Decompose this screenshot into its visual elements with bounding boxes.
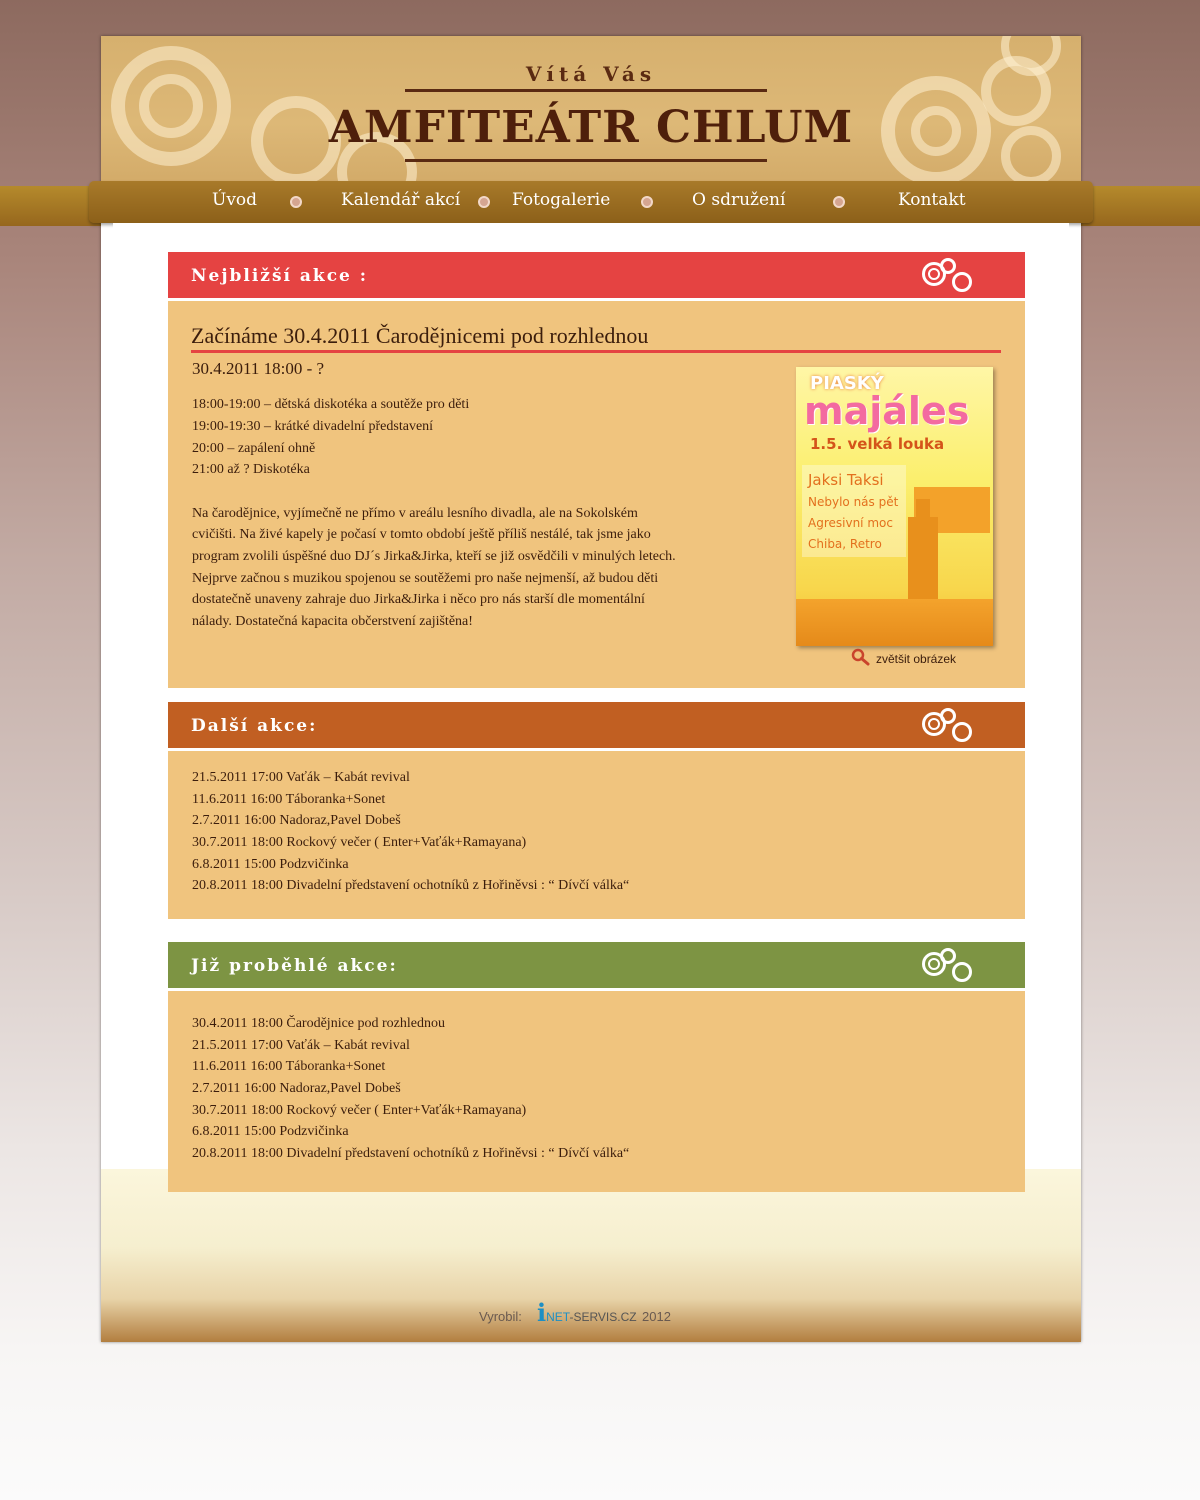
poster-line2: majáles <box>804 389 970 433</box>
poster-line3: 1.5. velká louka <box>810 435 945 453</box>
event-title: Začínáme 30.4.2011 Čarodějnicemi pod roz… <box>191 323 649 348</box>
logo-letter-i: i <box>537 1298 547 1327</box>
header: Vítá Vás AMFITEÁTR CHLUM <box>101 36 1081 182</box>
past-events-box: 30.4.2011 18:00 Čarodějnice pod rozhledn… <box>168 991 1025 1192</box>
page-container: Vítá Vás AMFITEÁTR CHLUM Úvod Kalendář a… <box>89 36 1093 1342</box>
main-nav: Úvod Kalendář akcí Fotogalerie O sdružen… <box>89 181 1093 223</box>
nav-item-kontakt[interactable]: Kontakt <box>898 190 966 210</box>
made-by-label: Vyrobil: <box>479 1309 522 1324</box>
description-line: Nejprve začnou s muzikou spojenou se sou… <box>192 571 659 586</box>
event-date: 30.4.2011 18:00 - ? <box>192 359 325 378</box>
logo-rest: -SERVIS.CZ <box>569 1310 637 1324</box>
magnifier-icon <box>851 648 870 666</box>
description-line: nálady. Dostatečná kapacita občerstvení … <box>192 614 473 629</box>
inet-servis-logo[interactable]: iNET-SERVIS.CZ <box>537 1298 637 1327</box>
welcome-text: Vítá Vás <box>525 62 657 86</box>
event-list-item[interactable]: 30.7.2011 18:00 Rockový večer ( Enter+Va… <box>192 835 526 851</box>
nearest-events-heading: Nejbližší akce : <box>191 266 369 286</box>
nav-item-uvod[interactable]: Úvod <box>212 190 257 210</box>
site-title: AMFITEÁTR CHLUM <box>328 102 854 153</box>
next-events-box: 21.5.2011 17:00 Vaťák – Kabát revival 11… <box>168 751 1025 919</box>
next-events-bar: Další akce: <box>168 702 1025 748</box>
poster-band: Agresivní moc <box>808 516 893 530</box>
event-list-item[interactable]: 11.6.2011 16:00 Táboranka+Sonet <box>192 792 385 808</box>
nav-item-kalendar[interactable]: Kalendář akcí <box>341 190 460 210</box>
description-line: Na čarodějnice, vyjímečně ne přímo v are… <box>192 506 638 521</box>
footer: Vyrobil: iNET-SERVIS.CZ 2012 <box>479 1298 779 1334</box>
nav-separator-dot <box>290 196 302 208</box>
title-rule-top <box>405 89 767 92</box>
enlarge-label: zvětšit obrázek <box>876 652 957 666</box>
event-list-item[interactable]: 6.8.2011 15:00 Podzvičinka <box>192 857 349 873</box>
nav-separator-dot <box>641 196 653 208</box>
bubbles-icon <box>922 256 976 296</box>
next-events-heading: Další akce: <box>191 716 318 736</box>
schedule-item: 18:00-19:00 – dětská diskotéka a soutěže… <box>192 397 470 412</box>
nav-separator-dot <box>833 196 845 208</box>
enlarge-image-link[interactable]: zvětšit obrázek <box>851 648 957 666</box>
schedule-item: 21:00 až ? Diskotéka <box>192 462 310 477</box>
main-content: Nejbližší akce : Začínáme 30.4.2011 Čaro… <box>113 223 1069 1192</box>
title-rule-bottom <box>405 159 767 162</box>
event-list-item[interactable]: 20.8.2011 18:00 Divadelní představení oc… <box>192 878 629 894</box>
nav-separator-dot <box>478 196 490 208</box>
event-list-item[interactable]: 21.5.2011 17:00 Vaťák – Kabát revival <box>192 1038 410 1054</box>
description-line: cvičišti. Na živé kapely je počasí v tom… <box>192 527 651 542</box>
event-poster-image[interactable]: PIASKÝ majáles 1.5. velká louka Jaksi Ta… <box>796 367 993 646</box>
event-list-item[interactable]: 2.7.2011 16:00 Nadoraz,Pavel Dobeš <box>192 1081 401 1097</box>
event-list-item[interactable]: 11.6.2011 16:00 Táboranka+Sonet <box>192 1059 385 1075</box>
poster-band: Chiba, Retro <box>808 537 882 551</box>
poster-band: Jaksi Taksi <box>808 471 884 489</box>
schedule-item: 20:00 – zapálení ohně <box>192 441 316 456</box>
event-list-item[interactable]: 2.7.2011 16:00 Nadoraz,Pavel Dobeš <box>192 813 401 829</box>
past-events-heading: Již proběhlé akce: <box>191 956 398 976</box>
poster-band: Nebylo nás pět <box>808 495 899 509</box>
event-title-underline <box>191 350 1001 353</box>
event-list-item[interactable]: 6.8.2011 15:00 Podzvičinka <box>192 1124 349 1140</box>
event-list-item[interactable]: 20.8.2011 18:00 Divadelní představení oc… <box>192 1146 629 1162</box>
event-list-item[interactable]: 21.5.2011 17:00 Vaťák – Kabát revival <box>192 770 410 786</box>
bubbles-icon <box>922 946 976 986</box>
nearest-events-bar: Nejbližší akce : <box>168 252 1025 298</box>
bubbles-icon <box>922 706 976 746</box>
event-list-item[interactable]: 30.4.2011 18:00 Čarodějnice pod rozhledn… <box>192 1016 445 1032</box>
nav-item-o-sdruzeni[interactable]: O sdružení <box>692 190 785 210</box>
past-events-bar: Již proběhlé akce: <box>168 942 1025 988</box>
nav-item-fotogalerie[interactable]: Fotogalerie <box>512 190 610 210</box>
logo-net: NET <box>546 1310 570 1324</box>
description-line: program zvolili úspěšné duo DJ´s Jirka&J… <box>192 549 676 564</box>
nearest-event-box: Začínáme 30.4.2011 Čarodějnicemi pod roz… <box>168 301 1025 688</box>
footer-year: 2012 <box>642 1309 671 1324</box>
event-list-item[interactable]: 30.7.2011 18:00 Rockový večer ( Enter+Va… <box>192 1103 526 1119</box>
schedule-item: 19:00-19:30 – krátké divadelní představe… <box>192 419 434 434</box>
description-line: dostatečně unaveny zahraje duo Jirka&Jir… <box>192 592 645 607</box>
